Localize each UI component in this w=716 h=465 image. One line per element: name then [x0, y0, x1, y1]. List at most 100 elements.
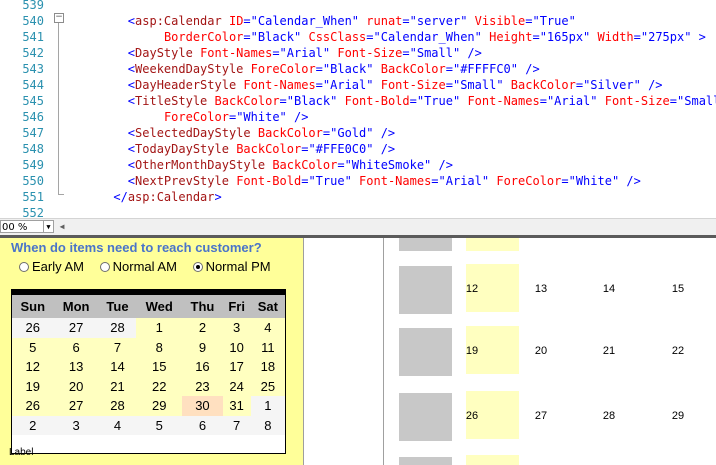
- calendar-day[interactable]: 25: [250, 376, 285, 396]
- option-label: Early AM: [32, 259, 85, 274]
- calendar-day[interactable]: 15: [136, 357, 183, 377]
- calendar-day[interactable]: 22: [136, 376, 183, 396]
- calendar-week: 26 27 28 1 2 3 4: [12, 318, 285, 338]
- calendar-grid: Sun Mon Tue Wed Thu Fri Sat 26 27 28 1 2 3 4 5 6 7 8 9 10 1…: [12, 295, 285, 435]
- code-line[interactable]: 541 BorderColor="Black" CssClass="Calend…: [0, 29, 716, 45]
- day-header: Fri: [222, 295, 251, 318]
- calendar-day-number: 26: [465, 410, 479, 422]
- delivery-options: Early AM Normal AM Normal PM: [19, 259, 283, 274]
- calendar-day[interactable]: 11: [250, 337, 285, 357]
- line-number: 552: [22, 206, 44, 218]
- code-text: <OtherMonthDayStyle BackColor="WhiteSmok…: [127, 158, 453, 172]
- calendar-day[interactable]: 17: [222, 357, 251, 377]
- calendar-day[interactable]: 1: [250, 396, 285, 416]
- code-line[interactable]: 549 <OtherMonthDayStyle BackColor="White…: [0, 157, 716, 173]
- calendar-day[interactable]: 3: [53, 415, 99, 435]
- radio-icon[interactable]: [19, 262, 29, 272]
- calendar-day[interactable]: 3: [222, 318, 251, 338]
- code-line[interactable]: 552: [0, 205, 716, 218]
- option-normal-am[interactable]: Normal AM: [99, 259, 177, 274]
- code-text: <NextPrevStyle Font-Bold="True" Font-Nam…: [127, 174, 641, 188]
- calendar-day[interactable]: 20: [53, 376, 99, 396]
- day-header: Mon: [53, 295, 99, 318]
- calendar-day[interactable]: 2: [182, 318, 223, 338]
- calendar-day[interactable]: 31: [222, 396, 251, 416]
- code-line[interactable]: 540 <asp:Calendar ID="Calendar_When" run…: [0, 13, 716, 29]
- calendar-day[interactable]: 28: [98, 318, 137, 338]
- delivery-calendar: Sun Mon Tue Wed Thu Fri Sat 26 27 28 1 2 3 4 5 6 7 8 9 10 1…: [11, 289, 286, 454]
- calendar-day[interactable]: 7: [98, 337, 137, 357]
- code-line[interactable]: 551 </asp:Calendar>: [0, 189, 716, 205]
- code-line[interactable]: 546 ForeColor="White" />: [0, 109, 716, 125]
- radio-icon[interactable]: [99, 262, 110, 272]
- calendar-day-number: 29: [671, 410, 685, 422]
- option-early-am[interactable]: Early AM: [19, 259, 84, 274]
- calendar-day[interactable]: 26: [12, 318, 54, 338]
- calendar-day-number: 21: [602, 345, 616, 357]
- calendar-today[interactable]: 30: [182, 396, 223, 416]
- calendar-cell-block: [399, 328, 452, 376]
- code-line[interactable]: 550 <NextPrevStyle Font-Bold="True" Font…: [0, 173, 716, 189]
- calendar-day[interactable]: 27: [53, 318, 99, 338]
- code-text: <DayStyle Font-Names="Arial" Font-Size="…: [127, 46, 482, 60]
- calendar-day[interactable]: 19: [12, 376, 54, 396]
- line-number: 550: [22, 174, 44, 188]
- calendar-day[interactable]: 10: [222, 337, 251, 357]
- radio-selected-icon[interactable]: [192, 262, 203, 272]
- line-number: 547: [22, 126, 44, 140]
- calendar-day-number: 22: [671, 345, 685, 357]
- zoom-level[interactable]: 00 %: [0, 220, 44, 233]
- calendar-day-number: 15: [671, 283, 685, 295]
- code-line[interactable]: 539: [0, 0, 716, 13]
- calendar-day[interactable]: 9: [182, 337, 223, 357]
- calendar-day[interactable]: 12: [12, 357, 54, 377]
- calendar-week: 26 27 28 29 30 31 1: [12, 396, 285, 416]
- calendar-day[interactable]: 13: [53, 357, 99, 377]
- option-normal-pm[interactable]: Normal PM: [192, 259, 271, 274]
- calendar-week: 12 13 14 15 16 17 18: [12, 357, 285, 377]
- day-header: Sun: [12, 295, 54, 318]
- calendar-day[interactable]: 6: [182, 415, 223, 435]
- line-number: 546: [22, 110, 44, 124]
- calendar-day[interactable]: 21: [98, 376, 137, 396]
- calendar-day[interactable]: 18: [250, 357, 285, 377]
- code-line[interactable]: 543 <WeekendDayStyle ForeColor="Black" B…: [0, 61, 716, 77]
- line-number: 539: [22, 0, 44, 12]
- code-line[interactable]: 548 <TodayDayStyle BackColor="#FFE0C0" /…: [0, 141, 716, 157]
- code-line[interactable]: 542 <DayStyle Font-Names="Arial" Font-Si…: [0, 45, 716, 61]
- calendar-day[interactable]: 7: [222, 415, 251, 435]
- code-line[interactable]: 547 <SelectedDayStyle BackColor="Gold" /…: [0, 125, 716, 141]
- calendar-day[interactable]: 6: [53, 337, 99, 357]
- calendar-cell-highlight: [466, 455, 519, 465]
- calendar-day[interactable]: 24: [222, 376, 251, 396]
- code-text: <SelectedDayStyle BackColor="Gold" />: [127, 126, 396, 140]
- calendar-day[interactable]: 5: [12, 337, 54, 357]
- day-header: Wed: [136, 295, 183, 318]
- calendar-cell-block: [399, 238, 452, 251]
- calendar-day[interactable]: 1: [136, 318, 183, 338]
- calendar-day[interactable]: 26: [12, 396, 54, 416]
- line-number: 545: [22, 94, 44, 108]
- status-label: Label: [9, 447, 34, 458]
- scroll-left-icon[interactable]: ◀: [56, 220, 68, 233]
- calendar-day[interactable]: 27: [53, 396, 99, 416]
- zoom-dropdown-icon[interactable]: ▼: [44, 220, 54, 233]
- calendar-day[interactable]: 28: [98, 396, 137, 416]
- calendar-day[interactable]: 2: [12, 415, 54, 435]
- calendar-day[interactable]: 8: [250, 415, 285, 435]
- calendar-day[interactable]: 4: [250, 318, 285, 338]
- calendar-day[interactable]: 4: [98, 415, 137, 435]
- code-line[interactable]: 545 <TitleStyle BackColor="Black" Font-B…: [0, 93, 716, 109]
- option-label: Normal PM: [205, 259, 271, 274]
- calendar-day[interactable]: 16: [182, 357, 223, 377]
- calendar-day[interactable]: 5: [136, 415, 183, 435]
- calendar-day[interactable]: 29: [136, 396, 183, 416]
- calendar-day[interactable]: 8: [136, 337, 183, 357]
- code-editor[interactable]: − 539 540 <asp:Calendar ID="Calendar_When…: [0, 0, 716, 218]
- design-surface: When do items need to reach customer? Ea…: [0, 238, 716, 465]
- calendar-day[interactable]: 23: [182, 376, 223, 396]
- delivery-panel: When do items need to reach customer? Ea…: [0, 238, 304, 465]
- code-line[interactable]: 544 <DayHeaderStyle Font-Names="Arial" F…: [0, 77, 716, 93]
- calendar-day[interactable]: 14: [98, 357, 137, 377]
- line-number: 544: [22, 78, 44, 92]
